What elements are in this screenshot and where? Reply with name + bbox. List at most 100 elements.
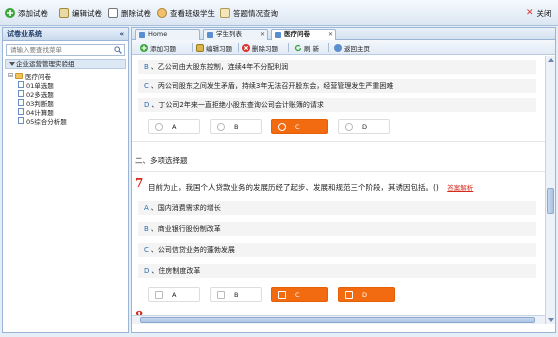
sidebar-item-multiple-choice[interactable]: 02多选题 bbox=[3, 89, 128, 99]
delete-icon bbox=[242, 43, 250, 52]
collapse-icon[interactable]: « bbox=[119, 28, 124, 40]
tab-home[interactable]: Home bbox=[135, 29, 200, 40]
answer-checkbox-a[interactable]: A bbox=[148, 287, 200, 302]
document-icon bbox=[18, 117, 24, 124]
sidebar-tree: ⊟ 医疗问卷 01单选题 02多选题 03判断题 04计算题 05综合分析题 bbox=[3, 71, 128, 126]
sidebar-item-true-false[interactable]: 03判断题 bbox=[3, 98, 128, 108]
toolbar-divider bbox=[288, 43, 289, 52]
delete-exam-label: 删除试卷 bbox=[121, 8, 151, 18]
sidebar-item-analysis[interactable]: 05综合分析题 bbox=[3, 116, 128, 126]
radio-icon bbox=[217, 123, 225, 131]
edit-exam-label: 编辑试卷 bbox=[72, 8, 102, 18]
view-class-students-button[interactable]: 查看班级学生 bbox=[157, 6, 215, 20]
scrollbar-thumb[interactable] bbox=[140, 317, 535, 323]
sidebar-item-single-choice[interactable]: 01单选题 bbox=[3, 80, 128, 90]
answer-query-button[interactable]: 答题情况查询 bbox=[220, 6, 278, 20]
add-exercise-button[interactable]: 添加习题 bbox=[140, 42, 176, 53]
list-icon bbox=[207, 31, 213, 38]
vertical-scrollbar[interactable] bbox=[545, 56, 555, 324]
choice-label: B bbox=[234, 291, 239, 299]
add-exam-label: 添加试卷 bbox=[18, 8, 48, 18]
answer-checkbox-c[interactable]: C bbox=[271, 287, 328, 302]
answer-checkbox-b[interactable]: B bbox=[210, 287, 262, 302]
checkbox-icon bbox=[155, 291, 163, 299]
collapse-toggle-icon[interactable]: ⊟ bbox=[8, 72, 13, 79]
scrollbar-thumb[interactable] bbox=[547, 188, 554, 214]
edit-exercise-button[interactable]: 编辑习题 bbox=[196, 42, 232, 53]
choice-label: B bbox=[234, 123, 239, 131]
radio-icon bbox=[345, 123, 353, 131]
search-icon[interactable] bbox=[112, 45, 124, 55]
tab-label: 学生列表 bbox=[216, 30, 242, 38]
radio-icon bbox=[278, 123, 286, 131]
answer-choice-c[interactable]: C bbox=[271, 119, 328, 134]
delete-exam-button[interactable]: 删除试卷 bbox=[108, 6, 151, 20]
close-icon[interactable]: ✕ bbox=[260, 30, 265, 39]
document-icon bbox=[18, 99, 24, 106]
answer-query-label: 答题情况查询 bbox=[233, 8, 278, 18]
option-letter: B bbox=[144, 225, 149, 233]
question-number: 7 bbox=[135, 176, 144, 190]
folder-icon bbox=[15, 72, 24, 79]
choice-label: A bbox=[172, 291, 177, 299]
edit-exam-button[interactable]: 编辑试卷 bbox=[59, 6, 102, 20]
choice-label: C bbox=[295, 291, 300, 299]
option-letter: D bbox=[144, 101, 150, 109]
return-home-label: 返回主页 bbox=[344, 44, 370, 53]
tree-root[interactable]: ⊟ 医疗问卷 bbox=[3, 71, 128, 81]
option-letter: D bbox=[144, 267, 150, 275]
option-letter: A bbox=[144, 204, 149, 212]
checkbox-icon bbox=[278, 291, 286, 299]
option-text: 、商业银行股份制改革 bbox=[150, 225, 221, 233]
edit-icon bbox=[59, 8, 69, 18]
add-exercise-label: 添加习题 bbox=[150, 44, 176, 53]
refresh-button[interactable]: 刷 新 bbox=[294, 42, 319, 53]
radio-icon bbox=[155, 123, 163, 131]
tab-student-list[interactable]: 学生列表 ✕ bbox=[203, 29, 268, 40]
add-exam-button[interactable]: 添加试卷 bbox=[5, 6, 48, 20]
sidebar-header: 试卷业系统 « bbox=[3, 28, 128, 41]
sidebar-section[interactable]: 企业运营管理实验组 bbox=[5, 59, 126, 69]
option-row: D 、住房制度改革 bbox=[138, 264, 536, 278]
option-row: B 、商业银行股份制改革 bbox=[138, 222, 536, 236]
option-row: C 、公司信贷业务的蓬勃发展 bbox=[138, 243, 536, 257]
menu-search-input[interactable] bbox=[7, 45, 112, 55]
option-row: B 、乙公司由大股东控制，连续4年不分配利润 bbox=[138, 60, 536, 74]
close-label: 关闭 bbox=[536, 8, 552, 18]
main-panel: Home 学生列表 ✕ 医疗问卷 ✕ 添加习题 编辑习题 删除习题 刷 新 返回… bbox=[131, 27, 556, 333]
scroll-down-icon[interactable] bbox=[548, 318, 554, 322]
answer-choice-d[interactable]: D bbox=[338, 119, 390, 134]
tab-medical-questionnaire[interactable]: 医疗问卷 ✕ bbox=[271, 29, 336, 40]
top-toolbar: 添加试卷 编辑试卷 删除试卷 查看班级学生 答题情况查询 ✕ 关闭 bbox=[0, 0, 558, 26]
option-text: 、丙公司股东之间发生矛盾，持续3年无法召开股东会，经营管理发生严重困难 bbox=[150, 82, 394, 90]
section-title: 二、多项选择题 bbox=[135, 156, 188, 165]
tab-bar: Home 学生列表 ✕ 医疗问卷 ✕ bbox=[132, 28, 555, 40]
choice-label: D bbox=[362, 291, 368, 299]
option-row: D 、丁公司2年来一直拒绝小股东查询公司会计账簿的请求 bbox=[138, 98, 536, 112]
return-home-button[interactable]: 返回主页 bbox=[334, 42, 370, 53]
document-icon bbox=[18, 81, 24, 88]
scroll-up-icon[interactable] bbox=[548, 58, 554, 62]
choice-label: C bbox=[295, 123, 300, 131]
close-button[interactable]: ✕ 关闭 bbox=[526, 6, 552, 20]
option-letter: B bbox=[144, 63, 149, 71]
answer-explanation-link[interactable]: 答案解析 bbox=[447, 184, 473, 192]
edit-icon bbox=[196, 43, 204, 52]
option-text: 、住房制度改革 bbox=[151, 267, 201, 275]
choice-label: D bbox=[362, 123, 368, 131]
students-icon bbox=[157, 8, 167, 18]
tab-label: 医疗问卷 bbox=[284, 30, 310, 38]
answer-choice-a[interactable]: A bbox=[148, 119, 200, 134]
horizontal-scrollbar[interactable] bbox=[132, 315, 545, 324]
toolbar-divider bbox=[238, 43, 239, 52]
sidebar-section-label: 企业运营管理实验组 bbox=[16, 60, 75, 68]
home-icon bbox=[334, 43, 342, 52]
toolbar-divider bbox=[192, 43, 193, 52]
view-class-students-label: 查看班级学生 bbox=[170, 8, 215, 18]
answer-checkbox-d[interactable]: D bbox=[338, 287, 395, 302]
answer-choice-b[interactable]: B bbox=[210, 119, 262, 134]
tab-label: Home bbox=[148, 30, 168, 38]
document-icon bbox=[18, 90, 24, 97]
close-icon[interactable]: ✕ bbox=[328, 30, 333, 39]
delete-exercise-button[interactable]: 删除习题 bbox=[242, 42, 278, 53]
